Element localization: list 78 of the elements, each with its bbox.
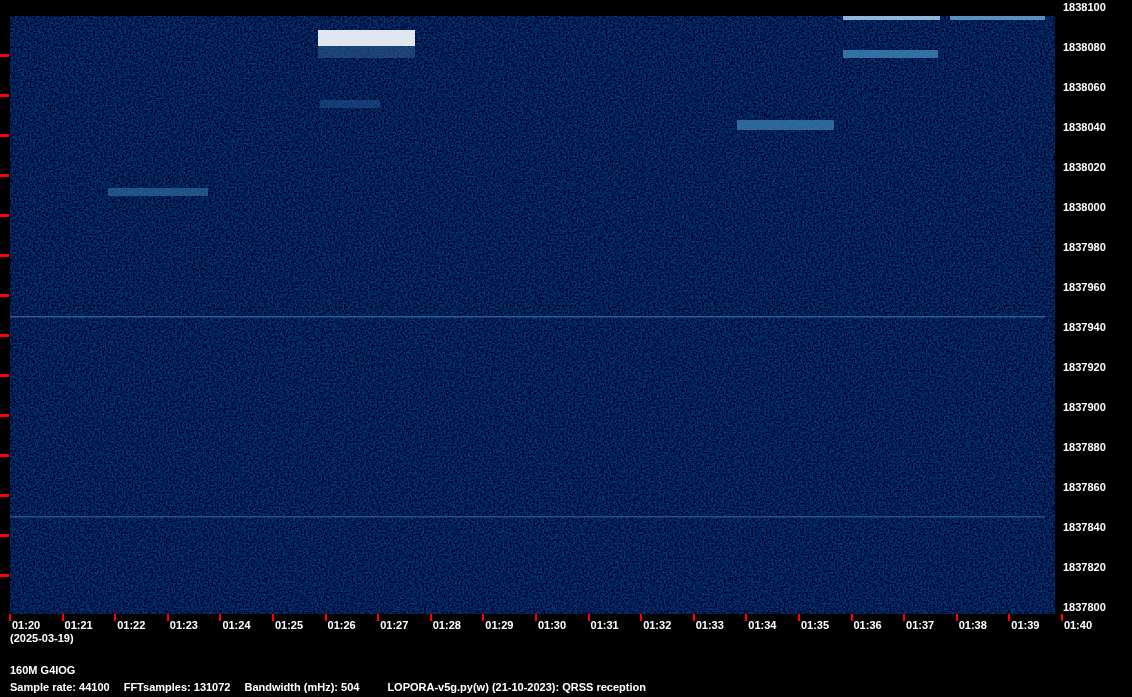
frequency-label: 1837960 — [1063, 280, 1106, 294]
axis-tick — [797, 614, 800, 621]
date-label: (2025-03-19) — [9, 632, 75, 644]
axis-tick — [903, 614, 906, 621]
axis-tick — [0, 214, 9, 217]
frequency-label: 1837800 — [1063, 600, 1106, 614]
axis-tick — [0, 174, 9, 177]
axis-tick — [377, 614, 380, 621]
time-label: 01:23 — [169, 619, 198, 631]
axis-tick — [219, 614, 222, 621]
axis-tick — [0, 294, 9, 297]
axis-tick — [0, 94, 9, 97]
time-label: 01:28 — [432, 619, 461, 631]
time-label: 01:35 — [800, 619, 830, 631]
axis-tick — [0, 414, 9, 417]
frequency-label: 1838100 — [1063, 0, 1106, 14]
axis-tick — [429, 614, 432, 621]
time-label: 01:29 — [485, 619, 514, 631]
frequency-label: 1837980 — [1063, 240, 1106, 254]
time-label: 01:22 — [117, 619, 146, 631]
time-label: 01:27 — [380, 619, 409, 631]
axis-tick — [61, 614, 64, 621]
axis-tick — [0, 574, 9, 577]
axis-tick — [850, 614, 853, 621]
axis-tick — [271, 614, 274, 621]
frequency-label: 1837880 — [1063, 440, 1106, 454]
frequency-label: 1837940 — [1063, 320, 1106, 334]
info-text: LOPORA-v5g.py(w) (21-10-2023): QRSS reception — [387, 680, 646, 694]
axis-tick — [534, 614, 537, 621]
frequency-label: 1838060 — [1063, 80, 1106, 94]
time-label: 01:31 — [590, 619, 619, 631]
axis-tick — [0, 454, 9, 457]
time-label: 01:24 — [222, 619, 251, 631]
time-label: 01:33 — [695, 619, 724, 631]
frequency-label: 1838000 — [1063, 200, 1106, 214]
axis-tick — [1060, 614, 1063, 621]
frequency-label: 1838080 — [1063, 40, 1106, 54]
station-label: 160M G4IOG — [9, 663, 77, 677]
axis-tick — [114, 614, 117, 621]
axis-tick — [0, 494, 9, 497]
info-text: Bandwidth (mHz): 504 — [244, 680, 360, 694]
time-label: 01:25 — [274, 619, 304, 631]
axis-tick — [955, 614, 958, 621]
frequency-label: 1837820 — [1063, 560, 1106, 574]
time-label: 01:20 — [12, 619, 41, 631]
time-label: 01:26 — [327, 619, 356, 631]
axis-tick — [587, 614, 590, 621]
time-label: 01:36 — [853, 619, 882, 631]
axis-tick — [640, 614, 643, 621]
axis-tick — [0, 334, 9, 337]
axis-tick — [0, 134, 9, 137]
frequency-label: 1838020 — [1063, 160, 1106, 174]
info-text: FFTsamples: 131072 — [123, 680, 231, 694]
frequency-label: 1838040 — [1063, 120, 1106, 134]
axis-tick — [482, 614, 485, 621]
time-label: 01:40 — [1063, 619, 1092, 631]
axis-tick — [9, 614, 11, 621]
axis-tick — [324, 614, 327, 621]
time-label: 01:32 — [643, 619, 672, 631]
axis-tick — [0, 374, 9, 377]
time-label: 01:39 — [1011, 619, 1040, 631]
frequency-label: 1837840 — [1063, 520, 1106, 534]
axis-tick — [745, 614, 748, 621]
time-label: 01:38 — [958, 619, 987, 631]
frequency-label: 1837860 — [1063, 480, 1106, 494]
axis-tick — [0, 534, 9, 537]
axis-tick — [692, 614, 695, 621]
axis-tick — [166, 614, 169, 621]
axis-tick — [0, 54, 9, 57]
frequency-label: 1837920 — [1063, 360, 1106, 374]
time-label: 01:34 — [748, 619, 777, 631]
time-label: 01:21 — [64, 619, 93, 631]
frequency-label: 1837900 — [1063, 400, 1106, 414]
axis-tick — [1008, 614, 1011, 621]
time-label: 01:37 — [906, 619, 935, 631]
time-label: 01:30 — [537, 619, 567, 631]
info-text: Sample rate: 44100 — [10, 680, 110, 694]
axis-tick — [0, 254, 9, 257]
